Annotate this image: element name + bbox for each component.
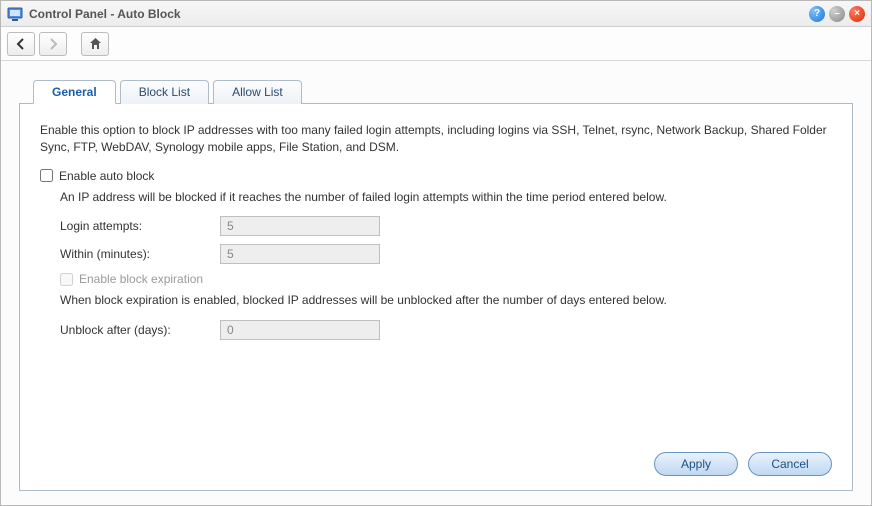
tab-block-list[interactable]: Block List — [120, 80, 209, 104]
enable-auto-block-row: Enable auto block — [40, 169, 832, 183]
login-attempts-input[interactable] — [220, 216, 380, 236]
home-button[interactable] — [81, 32, 109, 56]
window: Control Panel - Auto Block ? – × General… — [0, 0, 872, 506]
close-icon[interactable]: × — [849, 6, 865, 22]
intro-text: Enable this option to block IP addresses… — [40, 122, 832, 157]
expiration-desc-text: When block expiration is enabled, blocke… — [60, 292, 832, 309]
unblock-after-row: Unblock after (days): — [60, 320, 832, 340]
tab-panel-general: Enable this option to block IP addresses… — [19, 103, 853, 491]
within-minutes-row: Within (minutes): — [60, 244, 832, 264]
minimize-icon[interactable]: – — [829, 6, 845, 22]
button-row: Apply Cancel — [40, 444, 832, 476]
within-minutes-label: Within (minutes): — [60, 247, 220, 261]
enable-expiration-label: Enable block expiration — [79, 272, 203, 286]
tab-strip: General Block List Allow List — [33, 79, 853, 103]
unblock-after-input[interactable] — [220, 320, 380, 340]
login-attempts-row: Login attempts: — [60, 216, 832, 236]
enable-expiration-checkbox[interactable] — [60, 273, 73, 286]
apply-button[interactable]: Apply — [654, 452, 738, 476]
enable-auto-block-label: Enable auto block — [59, 169, 154, 183]
forward-button[interactable] — [39, 32, 67, 56]
login-attempts-label: Login attempts: — [60, 219, 220, 233]
tab-allow-list[interactable]: Allow List — [213, 80, 302, 104]
titlebar: Control Panel - Auto Block ? – × — [1, 1, 871, 27]
body-area: General Block List Allow List Enable thi… — [1, 61, 871, 505]
within-minutes-input[interactable] — [220, 244, 380, 264]
unblock-after-label: Unblock after (days): — [60, 323, 220, 337]
window-controls: ? – × — [809, 6, 865, 22]
help-icon[interactable]: ? — [809, 6, 825, 22]
back-button[interactable] — [7, 32, 35, 56]
enable-expiration-row: Enable block expiration — [60, 272, 832, 286]
blocked-condition-text: An IP address will be blocked if it reac… — [60, 189, 832, 206]
app-icon — [7, 6, 23, 22]
nav-toolbar — [1, 27, 871, 61]
tab-general[interactable]: General — [33, 80, 116, 104]
enable-auto-block-checkbox[interactable] — [40, 169, 53, 182]
window-title: Control Panel - Auto Block — [29, 7, 809, 21]
cancel-button[interactable]: Cancel — [748, 452, 832, 476]
